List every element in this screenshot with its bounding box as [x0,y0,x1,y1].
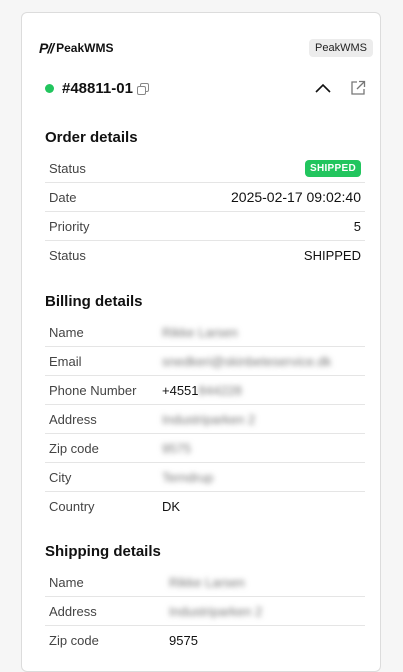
row-label: Name [49,324,84,340]
row-value: DK [158,491,365,520]
table-row: Status SHIPPED [45,154,365,183]
row-value: 2025-02-17 09:02:40 [158,182,365,212]
phone-prefix: +4551 [162,382,199,398]
table-row: Country DK [45,491,365,520]
row-label: Email [45,346,158,376]
row-value: Industriparken 2 [165,596,365,626]
row-value: 9575 [158,433,365,463]
table-row: Phone Number +4551844228 [45,375,365,405]
row-label: City [45,462,158,492]
table-row: Status SHIPPED [45,240,365,269]
row-label: Country [45,491,158,520]
copy-icon[interactable] [136,82,149,95]
billing-details-table: Name Rikke Larsen Email snedkeri@skinbet… [45,318,365,520]
order-details-table: Status SHIPPED Date 2025-02-17 09:02:40 … [45,154,365,269]
billing-details-title: Billing details [45,293,143,310]
order-id: #48811-01 [62,79,133,97]
status-badge: SHIPPED [304,160,361,177]
row-label: Address [45,404,158,434]
table-row: Address Industriparken 2 [45,404,365,434]
row-value: Rikke Larsen [169,574,245,590]
row-value: snedkeri@skinbeteservice.dk [158,346,365,376]
table-row: Zip code 9575 [45,625,365,654]
row-value: 5 [158,211,365,241]
row-label: Date [45,182,158,212]
logo-text: PeakWMS [56,41,114,55]
external-link-icon[interactable] [350,80,366,96]
table-row: Address Industriparken 2 [45,596,365,626]
row-value: 9575 [165,625,365,654]
row-label: Zip code [45,433,158,463]
order-details-title: Order details [45,129,138,146]
row-label: Phone Number [45,375,158,405]
shipping-details-table: Name Rikke Larsen Address Industriparken… [45,568,365,654]
table-row: Name Rikke Larsen [45,568,365,597]
card-header: P// PeakWMS PeakWMS [39,39,373,57]
row-label: Zip code [45,625,165,654]
status-dot-icon [45,83,54,93]
row-label: Status [45,240,158,269]
integration-badge: PeakWMS [309,39,373,57]
row-label: Priority [45,211,158,241]
logo-mark-icon: P// [39,40,54,56]
order-card: P// PeakWMS PeakWMS #48811-01 Order deta… [21,12,381,672]
table-row: Date 2025-02-17 09:02:40 [45,182,365,212]
row-value: Rikke Larsen [162,324,238,340]
peakwms-logo: P// PeakWMS [39,40,113,56]
table-row: Email snedkeri@skinbeteservice.dk [45,346,365,376]
row-label: Status [49,160,86,176]
row-value: Terndrup [158,462,365,492]
row-value: SHIPPED [158,240,365,269]
phone-hidden: 844228 [198,382,242,398]
table-row: Priority 5 [45,211,365,241]
shipping-details-title: Shipping details [45,543,161,560]
order-header: #48811-01 [45,78,366,98]
row-value: Industriparken 2 [158,404,365,434]
row-label: Name [49,574,84,590]
table-row: Zip code 9575 [45,433,365,463]
chevron-up-icon[interactable] [314,81,332,95]
table-row: City Terndrup [45,462,365,492]
row-label: Address [45,596,165,626]
table-row: Name Rikke Larsen [45,318,365,347]
